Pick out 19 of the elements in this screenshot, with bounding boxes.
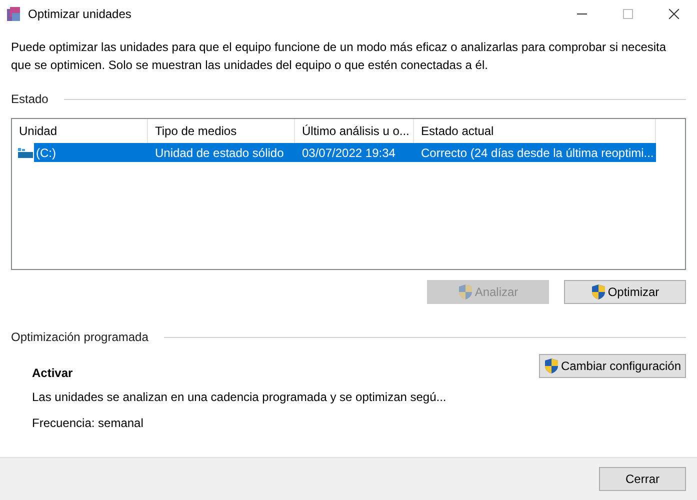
- table-cell[interactable]: (C:): [34, 143, 148, 162]
- schedule-heading: Activar: [32, 365, 74, 382]
- section-title: Estado: [11, 91, 48, 108]
- drive-icon: [17, 146, 33, 158]
- schedule-description: Las unidades se analizan en una cadencia programada y se optimizan segú...: [32, 389, 448, 406]
- table-cell[interactable]: 03/07/2022 19:34: [295, 143, 414, 162]
- window-title: Optimizar unidades: [28, 6, 132, 23]
- shield-icon: [544, 358, 559, 374]
- description-text: Puede optimizar las unidades para que el equipo funcione de un modo más eficaz o analizarlas para comprobar si necesita que se optimicen. Solo se muestran las unidades del equipo o que estén conectadas a él.: [11, 39, 668, 74]
- app-icon: [6, 6, 22, 22]
- close-dialog-button[interactable]: Cerrar: [599, 467, 686, 491]
- section-title: Optimización programada: [11, 329, 148, 346]
- table-cell[interactable]: Unidad de estado sólido: [148, 143, 295, 162]
- shield-button[interactable]: Cambiar configuración: [539, 354, 686, 378]
- shield-icon: [458, 284, 473, 300]
- frequency-text: Frecuencia: semanal: [32, 415, 144, 432]
- table-cell[interactable]: Correcto (24 días desde la última reoptimi...: [414, 143, 656, 162]
- shield-button[interactable]: Optimizar: [564, 280, 686, 304]
- shield-icon: [590, 284, 606, 300]
